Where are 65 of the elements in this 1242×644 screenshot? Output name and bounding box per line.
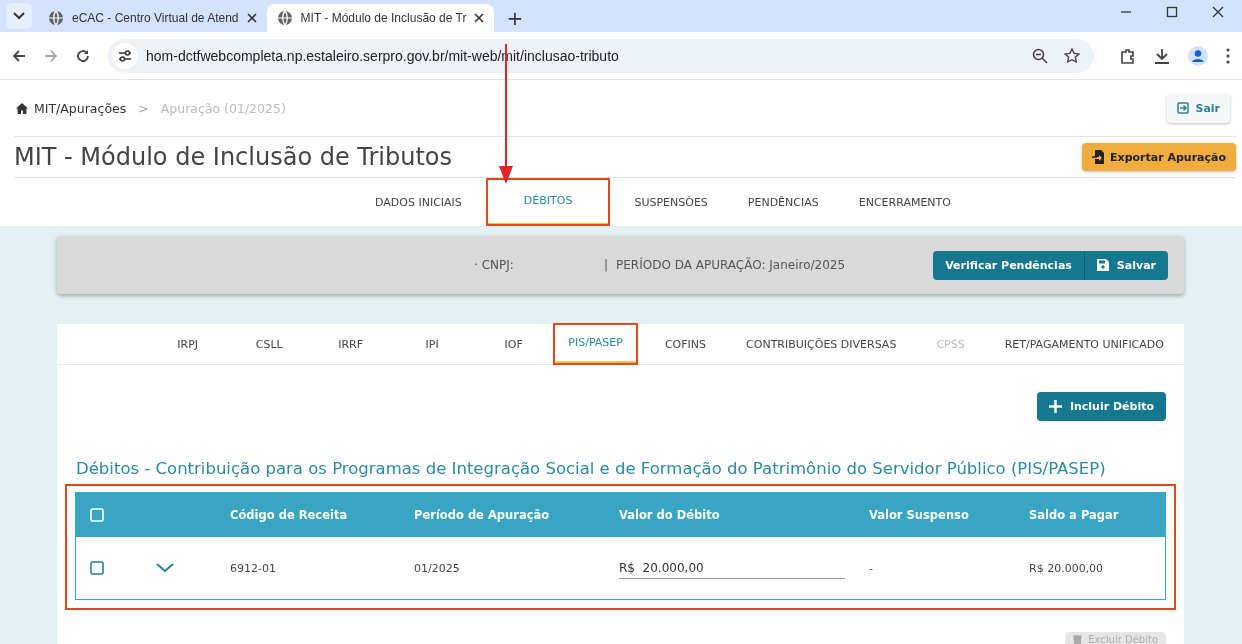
chevron-down-icon	[13, 12, 25, 20]
chevron-down-icon[interactable]	[156, 563, 174, 573]
step-tab[interactable]: PENDÊNCIAS	[727, 178, 839, 226]
logout-button[interactable]: Sair	[1167, 93, 1230, 123]
zoom-icon[interactable]	[1032, 47, 1048, 64]
browser-tab[interactable]: eCAC - Centro Virtual de Atend	[38, 4, 267, 32]
column-header: Valor do Débito	[619, 508, 721, 522]
table-cell-text: 01/2025	[414, 561, 461, 575]
tab-search-button[interactable]	[6, 3, 32, 29]
step-tab[interactable]: ENCERRAMENTO	[838, 178, 971, 226]
globe-icon	[276, 10, 293, 26]
profile-icon[interactable]	[1188, 45, 1208, 66]
breadcrumb-link[interactable]: MIT/Apurações	[34, 100, 127, 116]
breadcrumb-separator: >	[138, 100, 149, 116]
separator: |	[604, 258, 609, 272]
checkbox[interactable]	[90, 561, 104, 575]
globe-icon	[48, 10, 64, 26]
back-arrow-icon[interactable]	[12, 48, 26, 63]
period-label: PERÍODO DA APURAÇÃO: Janeiro/2025	[616, 258, 846, 272]
tribute-tab[interactable]: IOF	[484, 324, 543, 364]
file-export-icon	[1092, 150, 1105, 164]
tab-title: MIT - Módulo de Inclusão de Tr	[300, 11, 467, 25]
star-icon[interactable]	[1064, 47, 1080, 64]
new-tab-button[interactable]: +	[500, 6, 530, 30]
column-header: Saldo a Pagar	[1029, 508, 1120, 522]
table-cell-text: -	[869, 561, 874, 575]
add-debit-button[interactable]: Incluir Débito	[1036, 392, 1166, 421]
tribute-tab[interactable]: IPI	[403, 324, 461, 364]
page-title: MIT - Módulo de Inclusão de Tributos	[14, 143, 453, 171]
tribute-tab[interactable]: IRPJ	[159, 324, 217, 364]
tribute-tab[interactable]: PIS/PASEP	[554, 324, 637, 364]
home-icon	[16, 102, 28, 114]
verify-button[interactable]: Verificar Pendências	[933, 250, 1085, 280]
section-title: Débitos - Contribuição para os Programas de Integração Social e de Formação do Patrimônio do Servidor Público (PIS/PASEP)	[76, 459, 1107, 478]
browser-tab[interactable]: MIT - Módulo de Inclusão de Tr	[266, 4, 495, 32]
tribute-tab[interactable]: IRRF	[321, 324, 380, 364]
step-tab[interactable]: SUSPENSÕES	[614, 178, 728, 226]
tab-title: eCAC - Centro Virtual de Atend	[72, 11, 239, 25]
save-icon	[1096, 259, 1109, 271]
column-header: Período de Apuração	[414, 508, 551, 522]
logout-icon	[1177, 102, 1190, 114]
column-header: Valor Suspenso	[869, 508, 970, 522]
plus-icon	[1048, 400, 1062, 413]
table-cell-text: R$ 20.000,00	[1029, 561, 1105, 575]
download-icon[interactable]	[1154, 47, 1170, 64]
more-menu-icon[interactable]	[1226, 47, 1230, 64]
tribute-tab[interactable]: COFINS	[644, 324, 727, 364]
table-cell-text: 6912-01	[230, 561, 277, 575]
maximize-icon[interactable]	[1166, 6, 1178, 18]
close-icon[interactable]	[246, 13, 257, 23]
trash-icon	[1073, 634, 1083, 644]
close-icon[interactable]	[474, 13, 485, 23]
tribute-label: CPSS	[935, 336, 966, 353]
column-header: Código de Receita	[230, 508, 349, 522]
reload-icon[interactable]	[76, 48, 90, 63]
export-button[interactable]: Exportar Apuração	[1082, 143, 1236, 171]
site-settings-icon	[112, 42, 138, 69]
cnpj-label: · CNPJ:	[474, 258, 515, 272]
tribute-tab[interactable]: CONTRIBUIÇÕES DIVERSAS	[726, 324, 917, 364]
close-icon[interactable]	[1212, 6, 1224, 18]
tribute-tab[interactable]: RET/PAGAMENTO UNIFICADO	[984, 324, 1184, 364]
tribute-tab[interactable]: CSLL	[240, 324, 298, 364]
step-tab[interactable]: DADOS INICIAIS	[355, 178, 482, 226]
save-button[interactable]: Salvar	[1084, 250, 1168, 280]
puzzle-icon[interactable]	[1120, 47, 1136, 64]
